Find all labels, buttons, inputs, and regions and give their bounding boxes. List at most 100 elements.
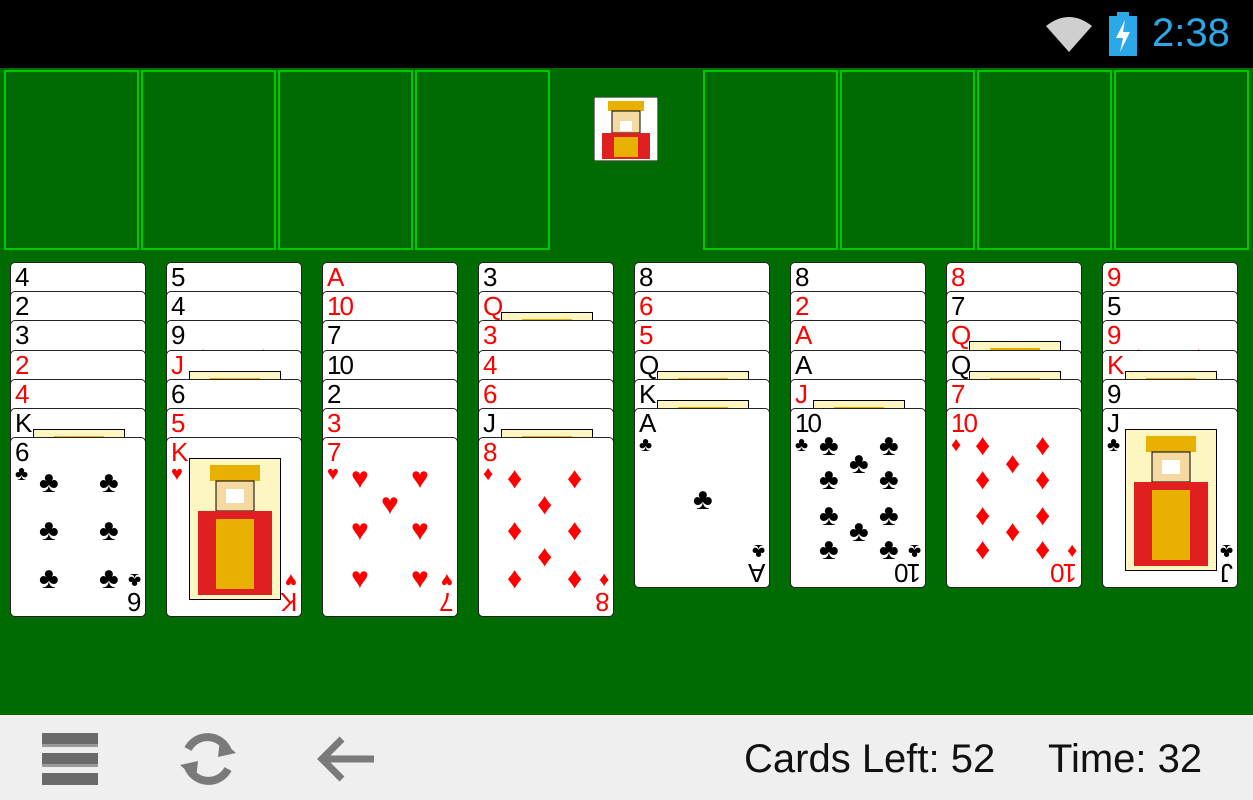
card-pip-icon: ♣ [879,463,899,496]
card-rank: 5 [171,408,186,438]
card-rank: A [327,262,344,292]
card-pip-icon: ♥ [411,514,429,548]
card-rank: 7 [951,378,966,409]
card-pip-icon: ♦ [1035,499,1051,532]
card-rank: J [795,378,808,409]
card-pip-icon: ♣ [39,562,59,596]
card-suit-icon: ♦ [483,463,494,486]
card-pip-icon: ♦ [507,514,523,548]
card-rank: 8 [639,262,654,292]
card-rank: 8 [483,437,498,468]
card-7-hearts[interactable]: 7 ♥ ♥ ♥ ♥ ♥ ♥ ♥ ♥ 7 ♥ [322,437,458,618]
card-pip-icon: ♣ [879,429,899,462]
timer: Time: 32 [1048,737,1202,782]
card-suit-icon: ♣ [795,434,809,456]
card-rank: J [1107,408,1120,438]
card-pip-icon: ♦ [507,462,523,496]
card-rank: 8 [795,262,810,292]
card-rank: Q [483,291,503,322]
card-rank: A [795,349,812,380]
card-pip-icon: ♥ [351,562,369,596]
card-A-clubs[interactable]: A ♣ ♣ A ♣ [634,408,770,588]
card-rank: 3 [483,320,498,351]
card-rank: 5 [171,262,186,292]
card-pip-icon: ♦ [537,488,553,522]
card-pip-icon: ♣ [693,483,713,516]
card-rank: 7 [327,437,342,468]
free-cell-3[interactable] [278,70,413,250]
card-pip-icon: ♣ [99,562,119,596]
card-10-diamonds[interactable]: 10 ♦ ♦ ♦ ♦ ♦ ♦ ♦ ♦ ♦ ♦ ♦ 10 ♦ [946,408,1082,588]
card-rank: 9 [1107,320,1122,351]
card-pip-icon: ♦ [507,562,523,596]
card-pip-icon: ♦ [567,562,583,596]
card-J-clubs[interactable]: J♣J♣ [1102,408,1238,588]
card-pip-icon: ♥ [351,462,369,496]
card-pip-icon: ♦ [537,540,553,574]
card-pip-icon: ♦ [1035,533,1051,566]
card-10-clubs[interactable]: 10 ♣ ♣ ♣ ♣ ♣ ♣ ♣ ♣ ♣ ♣ ♣ 10 ♣ [790,408,926,588]
foundation-4[interactable] [1114,70,1249,250]
free-cell-2[interactable] [141,70,276,250]
card-rank: 10 [795,408,822,438]
foundation-2[interactable] [840,70,975,250]
card-pip-icon: ♣ [99,514,119,548]
card-suit-corner-icon: ♣ [1219,540,1233,562]
free-cell-4[interactable] [415,70,550,250]
card-rank-corner: 6 [128,587,141,618]
king-face-icon[interactable] [594,97,658,161]
card-rank: 2 [795,291,810,322]
card-pip-icon: ♣ [819,463,839,496]
card-8-diamonds[interactable]: 8 ♦ ♦ ♦ ♦ ♦ ♦ ♦ ♦ ♦ 8 ♦ [478,437,614,618]
card-pip-icon: ♥ [411,462,429,496]
card-rank: K [1107,349,1124,380]
card-pip-icon: ♥ [381,488,399,522]
card-rank: 8 [951,262,966,292]
card-pip-icon: ♣ [99,466,119,500]
card-rank: 9 [1107,378,1122,409]
card-pip-icon: ♣ [879,499,899,532]
foundation-3[interactable] [977,70,1112,250]
card-rank: 7 [327,320,342,351]
card-rank: 4 [15,378,30,409]
battery-charging-icon [1109,12,1137,56]
card-suit-corner-icon: ♥ [441,569,453,592]
time-value: 32 [1157,737,1203,781]
game-table[interactable]: 4♠♠♠♠♠4♠2♠♠♠2♠3♠♠♠♠3♠2♥♥♥2♥4♥♥♥♥♥4♥K♣K♣6… [0,68,1253,715]
card-pip-icon: ♦ [975,499,991,532]
card-pip-icon: ♦ [975,533,991,566]
card-rank: 7 [951,291,966,322]
card-rank: 10 [951,408,978,438]
menu-icon[interactable] [38,727,102,791]
card-rank-corner: A [749,558,765,588]
free-cell-1[interactable] [4,70,139,250]
card-suit-icon: ♣ [1107,434,1121,456]
card-pip-icon: ♣ [849,447,869,480]
card-rank: 6 [15,437,30,468]
card-pip-icon: ♦ [975,463,991,496]
card-pip-icon: ♦ [975,429,991,462]
card-K-hearts[interactable]: K ♥ K ♥ [166,437,302,618]
card-rank: J [483,408,496,438]
bottom-bar: Cards Left: 52 Time: 32 [0,715,1253,800]
card-rank: 5 [1107,291,1122,322]
card-pip-icon: ♦ [1005,515,1021,548]
card-rank: 3 [15,320,30,351]
card-rank: 2 [15,349,30,380]
card-rank: 9 [1107,262,1122,292]
status-clock: 2:38 [1152,11,1230,55]
card-suit-icon: ♥ [327,463,339,486]
card-pip-icon: ♦ [1035,429,1051,462]
card-rank: Q [639,349,659,380]
foundation-1[interactable] [703,70,838,250]
restart-icon[interactable] [176,727,240,791]
card-pip-icon: ♣ [819,533,839,566]
undo-arrow-icon[interactable] [314,727,378,791]
cards-left-value: 52 [950,737,996,781]
card-rank-corner: K [281,587,297,618]
card-6-clubs[interactable]: 6 ♣ ♣ ♣ ♣ ♣ ♣ ♣ 6 ♣ [10,437,146,618]
card-suit-corner-icon: ♣ [127,569,141,592]
cards-left-counter: Cards Left: 52 [744,737,995,782]
card-pip-icon: ♦ [1005,447,1021,480]
card-suit-icon: ♣ [639,434,653,456]
